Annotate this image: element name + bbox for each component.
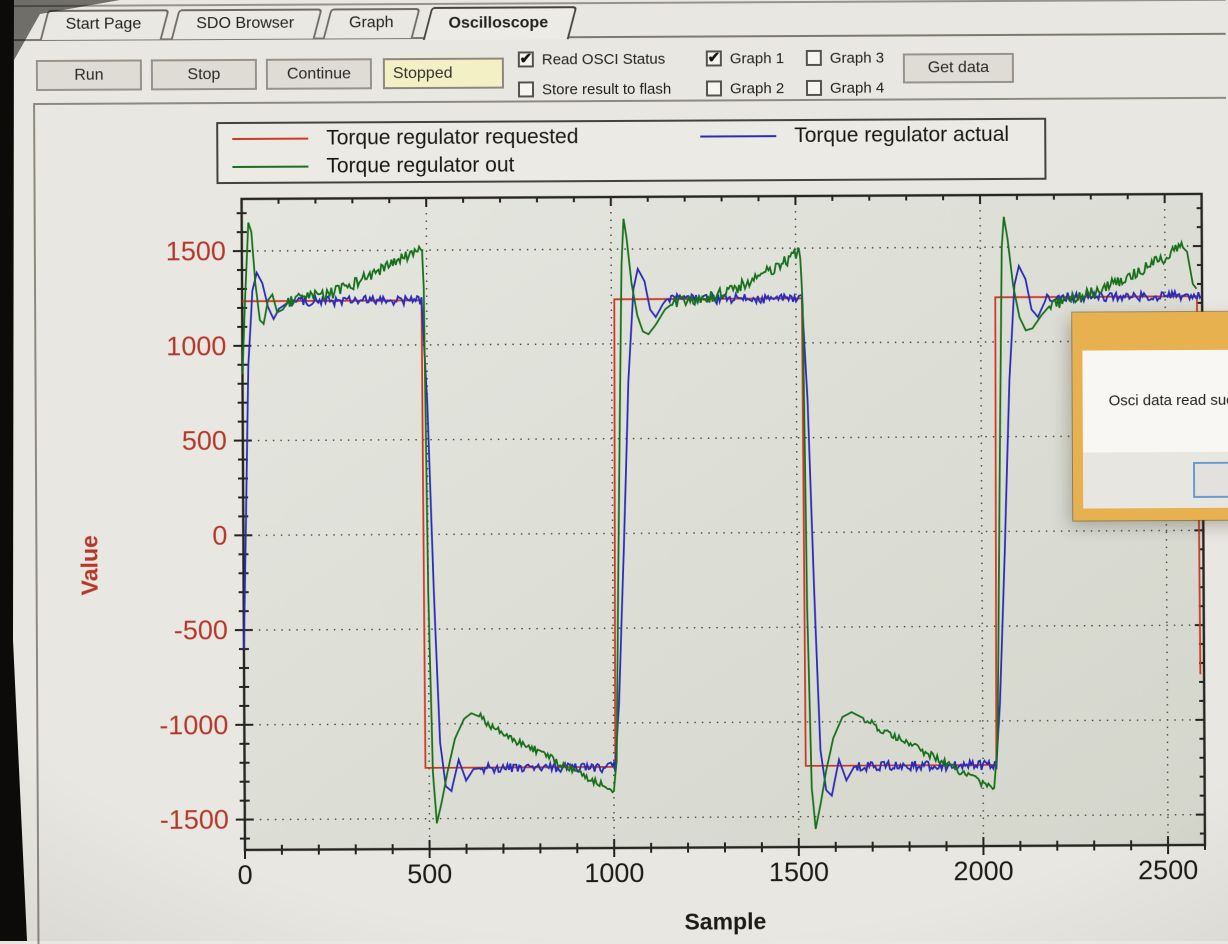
svg-text:0: 0 xyxy=(212,520,227,550)
legend-label: Torque regulator out xyxy=(326,154,514,179)
svg-text:1500: 1500 xyxy=(166,236,226,266)
legend-line-green xyxy=(232,166,308,168)
popup-body: Osci data read suc xyxy=(1082,349,1228,508)
svg-text:1000: 1000 xyxy=(584,858,644,888)
plot-area xyxy=(242,194,1205,850)
x-axis-title: Sample xyxy=(684,908,766,934)
legend-item-out: Torque regulator out xyxy=(218,153,686,179)
y-axis-title: Value xyxy=(76,535,102,595)
svg-text:2000: 2000 xyxy=(953,856,1013,886)
popup-footer xyxy=(1083,451,1228,508)
svg-text:1000: 1000 xyxy=(166,331,226,361)
legend-line-red xyxy=(232,138,308,140)
chart-legend: Torque regulator requested Torque regula… xyxy=(216,118,1046,184)
y-tick-labels: -1500 -1000 -500 0 500 1000 1500 xyxy=(157,236,229,835)
svg-text:-1500: -1500 xyxy=(160,805,229,835)
svg-text:2500: 2500 xyxy=(1138,855,1198,885)
application-window: Start Page SDO Browser Graph Oscilloscop… xyxy=(0,0,1228,944)
svg-text:-1000: -1000 xyxy=(159,710,228,740)
svg-text:500: 500 xyxy=(407,859,452,889)
popup-ok-button[interactable] xyxy=(1193,462,1228,498)
legend-item-requested: Torque regulator requested xyxy=(218,125,686,151)
legend-item-actual: Torque regulator actual xyxy=(686,123,1044,149)
osci-read-popup: Osci data read suc xyxy=(1072,312,1228,521)
popup-message: Osci data read suc xyxy=(1109,392,1228,410)
legend-line-blue xyxy=(700,135,776,137)
svg-text:1500: 1500 xyxy=(769,857,829,887)
x-tick-labels: 0 500 1000 1500 2000 2500 xyxy=(238,855,1199,890)
svg-text:-500: -500 xyxy=(174,615,228,645)
legend-label: Torque regulator requested xyxy=(326,125,578,150)
legend-label: Torque regulator actual xyxy=(794,123,1009,148)
svg-text:0: 0 xyxy=(238,860,253,890)
svg-text:500: 500 xyxy=(182,426,227,456)
